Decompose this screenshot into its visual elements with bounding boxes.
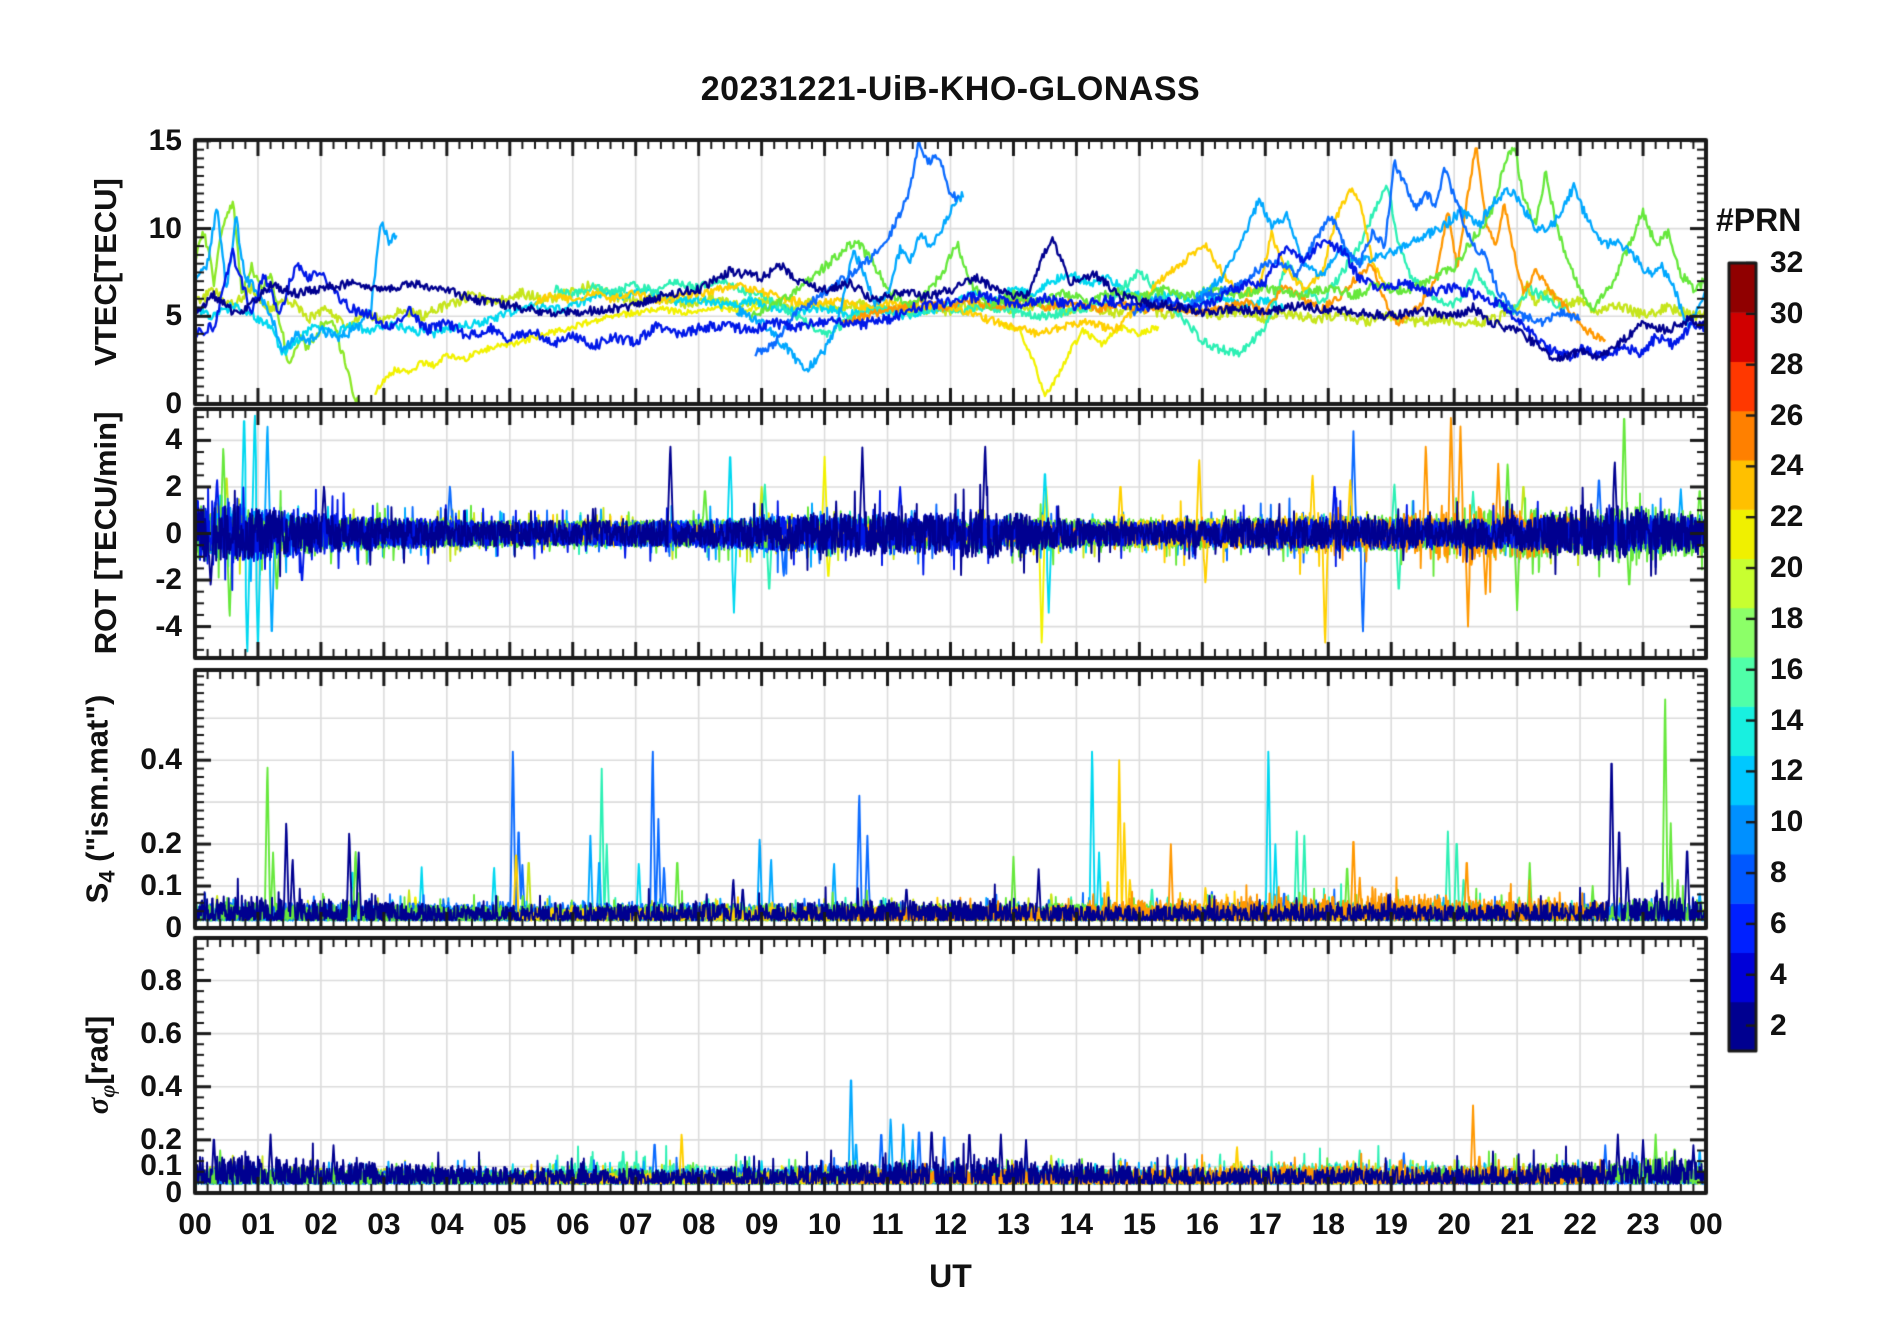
colorbar-tick-label: 24 <box>1770 449 1804 483</box>
x-tick-label: 07 <box>619 1208 653 1241</box>
x-tick-label: 13 <box>996 1208 1031 1241</box>
y-axis-label-vtec-text: VTEC[TECU] <box>88 178 123 366</box>
x-tick-label: 01 <box>241 1208 275 1241</box>
x-tick-label: 16 <box>1185 1208 1220 1241</box>
colorbar-tick-label: 8 <box>1770 856 1787 890</box>
x-tick-label: 06 <box>556 1208 590 1241</box>
x-tick-label: 18 <box>1311 1208 1345 1241</box>
chart-title: 20231221-UiB-KHO-GLONASS <box>700 70 1201 108</box>
x-tick-label: 09 <box>744 1208 779 1241</box>
y-tick-label-rot: -2 <box>155 563 182 597</box>
x-tick-label: 19 <box>1374 1208 1408 1241</box>
colorbar-tick-label: 18 <box>1770 601 1804 635</box>
colorbar-tick-label: 32 <box>1770 246 1804 279</box>
x-tick-label: 05 <box>493 1208 527 1241</box>
y-tick-label-s4: 0.2 <box>140 827 182 861</box>
colorbar-tick-label: 22 <box>1770 500 1804 534</box>
y-tick-label-rot: 4 <box>165 423 182 457</box>
x-tick-label: 08 <box>681 1208 716 1241</box>
x-tick-label: 21 <box>1500 1208 1534 1241</box>
colorbar-title: #PRN <box>1716 202 1802 238</box>
x-tick-label: 02 <box>304 1208 338 1241</box>
y-tick-label-sigma: 0.4 <box>140 1069 182 1103</box>
y-tick-label-vtec: 10 <box>148 211 182 245</box>
y-tick-label-vtec: 0 <box>165 387 182 420</box>
figure: 20231221-UiB-KHO-GLONASS VTEC[TECU] ROT … <box>0 0 1902 1330</box>
x-tick-label: 14 <box>1059 1208 1094 1241</box>
x-tick-label: 22 <box>1563 1208 1597 1241</box>
x-tick-label: 15 <box>1122 1208 1157 1241</box>
x-tick-label: 00 <box>1689 1208 1723 1241</box>
x-tick-label: 03 <box>367 1208 401 1241</box>
chart-canvas <box>0 0 1902 1330</box>
colorbar-tick-label: 10 <box>1770 805 1804 839</box>
colorbar-tick-label: 16 <box>1770 652 1804 686</box>
y-tick-label-s4: 0.4 <box>140 743 182 777</box>
x-tick-label: 04 <box>430 1208 464 1241</box>
x-axis-label: UT <box>929 1258 972 1294</box>
colorbar-tick-label: 4 <box>1770 957 1787 991</box>
x-tick-label: 20 <box>1437 1208 1471 1241</box>
x-tick-label: 00 <box>178 1208 212 1241</box>
y-tick-label-sigma: 0.8 <box>140 963 182 997</box>
colorbar-tick-label: 30 <box>1770 296 1804 330</box>
x-tick-label: 11 <box>871 1208 904 1241</box>
y-tick-label-s4: 0 <box>165 911 182 944</box>
y-tick-label-sigma: 0.6 <box>140 1016 182 1050</box>
x-tick-label: 23 <box>1626 1208 1660 1241</box>
colorbar-tick-label: 2 <box>1770 1008 1787 1042</box>
y-tick-label-rot: -4 <box>155 609 182 643</box>
x-tick-label: 12 <box>933 1208 968 1241</box>
y-tick-label-s4: 0.1 <box>140 869 182 903</box>
colorbar-tick-label: 26 <box>1770 398 1804 432</box>
y-tick-label-rot: 2 <box>165 469 182 503</box>
x-tick-label: 10 <box>807 1208 842 1241</box>
y-axis-label-vtec: VTEC[TECU] <box>88 178 124 366</box>
colorbar-tick-label: 14 <box>1770 703 1804 737</box>
y-tick-label-sigma: 0.2 <box>140 1122 182 1156</box>
colorbar-tick-label: 12 <box>1770 754 1804 788</box>
colorbar-tick-label: 28 <box>1770 347 1804 381</box>
y-tick-label-rot: 0 <box>165 516 182 550</box>
x-tick-label: 17 <box>1248 1208 1282 1241</box>
colorbar-tick-label: 20 <box>1770 551 1804 585</box>
y-tick-label-vtec: 5 <box>165 299 182 333</box>
y-tick-label-vtec: 15 <box>148 123 182 157</box>
colorbar-tick-label: 6 <box>1770 906 1787 940</box>
